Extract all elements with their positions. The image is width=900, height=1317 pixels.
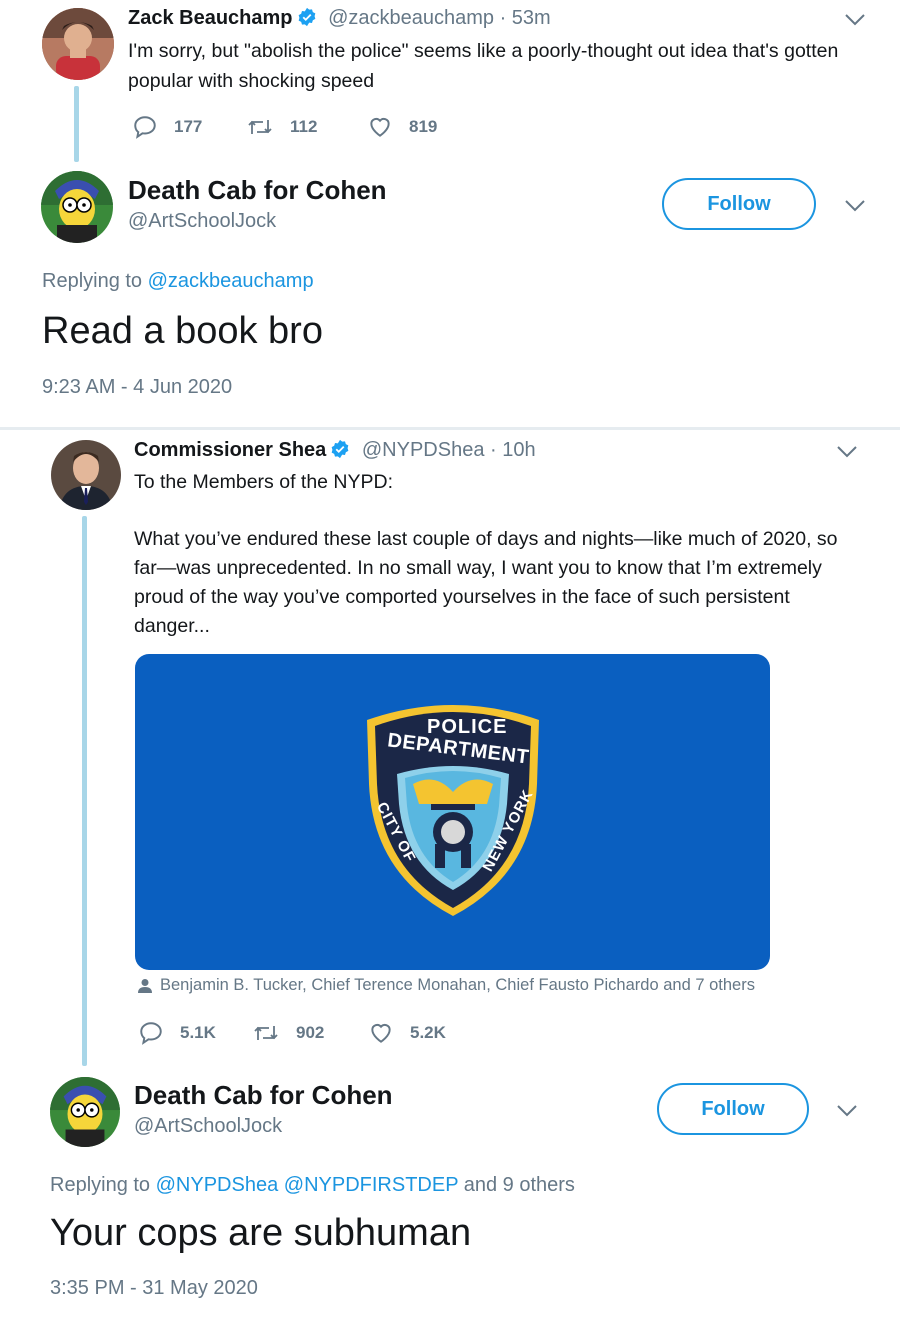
mention-link[interactable]: @NYPDShea — [156, 1174, 279, 1196]
divider — [0, 427, 900, 430]
replying-prefix: Replying to — [50, 1174, 151, 1196]
heart-icon — [370, 117, 390, 137]
verified-badge-icon — [330, 439, 350, 459]
tagged-users[interactable]: Benjamin B. Tucker, Chief Terence Monaha… — [138, 976, 755, 995]
tweet-text-greeting: To the Members of the NYPD: — [134, 471, 394, 493]
tweet-time[interactable]: · 53m — [500, 7, 551, 29]
like-button[interactable]: 5.2K — [368, 1020, 446, 1046]
zack-avatar-icon — [42, 8, 114, 80]
retweet-icon — [248, 120, 272, 134]
heart-icon — [371, 1023, 391, 1043]
reply-button[interactable]: 5.1K — [138, 1020, 216, 1046]
like-button[interactable]: 819 — [367, 114, 437, 140]
replying-suffix[interactable]: and 9 others — [464, 1174, 575, 1196]
author-name[interactable]: Death Cab for Cohen — [134, 1080, 393, 1111]
milhouse-avatar-icon — [41, 171, 113, 243]
tweet-text-body: What you’ve endured these last couple of… — [134, 528, 838, 637]
reply-count: 5.1K — [180, 1023, 216, 1042]
retweet-button[interactable]: 112 — [246, 114, 317, 140]
nypd-badge-icon — [367, 705, 539, 916]
author-handle[interactable]: @NYPDShea — [362, 439, 485, 461]
verified-badge-icon — [297, 7, 317, 27]
chevron-down-icon[interactable] — [836, 445, 858, 459]
tweet-timestamp[interactable]: 3:35 PM - 31 May 2020 — [50, 1277, 258, 1300]
reply-icon — [140, 1022, 162, 1045]
avatar[interactable] — [50, 1077, 120, 1147]
follow-button[interactable]: Follow — [662, 178, 816, 230]
retweet-count: 112 — [290, 117, 318, 136]
replying-prefix: Replying to — [42, 270, 143, 292]
replying-to: Replying to @NYPDShea @NYPDFIRSTDEP and … — [50, 1174, 575, 1197]
mention-link[interactable]: @zackbeauchamp — [148, 270, 314, 292]
author-handle[interactable]: @ArtSchoolJock — [134, 1115, 282, 1138]
author-handle[interactable]: @zackbeauchamp — [328, 7, 494, 29]
tweet-text: Your cops are subhuman — [50, 1212, 472, 1254]
author-name[interactable]: Commissioner Shea — [134, 439, 326, 461]
retweet-count: 902 — [296, 1023, 325, 1042]
thread-line — [74, 86, 79, 162]
tweet-media-image[interactable]: POLICE DEPARTMENT CITY OF NEW YORK — [135, 654, 770, 970]
like-count: 5.2K — [410, 1023, 446, 1042]
shea-avatar-icon — [51, 440, 121, 510]
follow-button[interactable]: Follow — [657, 1083, 809, 1135]
person-icon — [138, 978, 152, 993]
retweet-icon — [254, 1026, 278, 1040]
like-count: 819 — [409, 117, 438, 136]
reply-button[interactable]: 177 — [132, 114, 202, 140]
reply-icon — [134, 116, 156, 139]
author-name[interactable]: Death Cab for Cohen — [128, 175, 387, 206]
thread-line — [82, 516, 87, 1066]
author-name[interactable]: Zack Beauchamp — [128, 7, 293, 29]
tagged-users-text: Benjamin B. Tucker, Chief Terence Monaha… — [160, 976, 755, 994]
tweet-timestamp[interactable]: 9:23 AM - 4 Jun 2020 — [42, 376, 232, 399]
tweet-header: Commissioner Shea @NYPDShea · 10h — [134, 439, 536, 462]
avatar[interactable] — [51, 440, 121, 510]
replying-to: Replying to @zackbeauchamp — [42, 270, 314, 293]
avatar[interactable] — [41, 171, 113, 243]
retweet-button[interactable]: 902 — [252, 1020, 324, 1046]
tweet-header: Zack Beauchamp @zackbeauchamp · 53m — [128, 7, 551, 30]
milhouse-avatar-icon — [50, 1077, 120, 1147]
mention-link[interactable]: @NYPDFIRSTDEP — [284, 1174, 458, 1196]
chevron-down-icon[interactable] — [836, 1104, 858, 1118]
avatar[interactable] — [42, 8, 114, 80]
author-handle[interactable]: @ArtSchoolJock — [128, 210, 276, 233]
tweet-time[interactable]: · 10h — [490, 439, 536, 461]
chevron-down-icon[interactable] — [844, 13, 866, 27]
tweet-text: Read a book bro — [42, 310, 323, 352]
tweet-text: I'm sorry, but "abolish the police" seem… — [128, 40, 839, 92]
chevron-down-icon[interactable] — [844, 199, 866, 213]
reply-count: 177 — [174, 117, 203, 136]
